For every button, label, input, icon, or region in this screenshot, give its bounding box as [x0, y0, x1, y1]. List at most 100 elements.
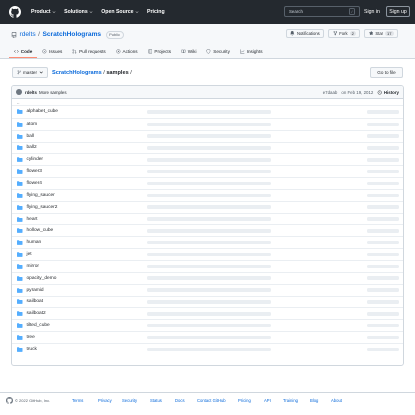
file-row[interactable]: jet [12, 248, 403, 260]
file-row[interactable]: flying_saucer [12, 188, 403, 201]
nav-pricing[interactable]: Pricing [147, 9, 165, 15]
commit-date-placeholder [367, 323, 399, 328]
fork-count: 2 [349, 31, 356, 36]
commit-message-link[interactable]: More samples [39, 90, 67, 95]
repo-tabs: Code Issues Pull requests Actions Projec… [9, 45, 268, 58]
file-row[interactable]: atom [12, 117, 403, 130]
tab-code[interactable]: Code [9, 45, 38, 58]
file-name-link[interactable]: pyramid [27, 288, 147, 293]
file-row[interactable]: mirror [12, 259, 403, 272]
footer-link[interactable]: Security [122, 398, 137, 403]
file-name-link[interactable]: atom [27, 122, 147, 127]
file-name-link[interactable]: heart [27, 217, 147, 222]
commit-author-link[interactable]: rdelts [25, 90, 37, 95]
search-input[interactable]: Search / [284, 6, 360, 17]
github-logo-icon[interactable] [9, 6, 21, 18]
file-row[interactable]: flower4 [12, 177, 403, 189]
commit-message-placeholder [146, 240, 271, 245]
file-name-link[interactable]: truck [27, 347, 147, 352]
tab-issues-label: Issues [49, 49, 63, 54]
tab-pull-requests-label: Pull requests [79, 49, 106, 54]
footer-link[interactable]: Contact GitHub [197, 398, 226, 403]
parent-directory-link[interactable]: .. [12, 99, 403, 106]
footer-link[interactable]: Terms [72, 398, 83, 403]
nav-product[interactable]: Product [31, 9, 56, 15]
breadcrumb-repo-link[interactable]: ScratchHolograms [52, 70, 102, 76]
avatar[interactable] [16, 89, 22, 95]
star-button[interactable]: Star 17 [364, 29, 398, 38]
file-name-link[interactable]: sailboat2 [27, 311, 147, 316]
file-row[interactable]: sailboat [12, 295, 403, 308]
history-link[interactable]: History [377, 90, 399, 95]
file-row[interactable]: tilted_cube [12, 319, 403, 331]
file-name-link[interactable]: flying_saucer [27, 193, 147, 198]
footer-link[interactable]: Pricing [238, 398, 251, 403]
file-name-link[interactable]: human [27, 240, 147, 245]
file-row[interactable]: tree [12, 331, 403, 343]
repo-name-link[interactable]: ScratchHolograms [42, 31, 101, 38]
file-name-link[interactable]: jet [27, 252, 147, 257]
file-name-link[interactable]: cylinder [27, 157, 147, 162]
fork-button[interactable]: Fork 2 [328, 29, 361, 38]
footer-link[interactable]: Privacy [98, 398, 112, 403]
file-name-link[interactable]: mirror [27, 264, 147, 269]
branch-icon [17, 70, 21, 75]
file-row[interactable]: flying_saucer2 [12, 200, 403, 213]
file-row[interactable]: truck [12, 342, 403, 355]
sign-up-button[interactable]: Sign up [386, 6, 410, 17]
commit-date-placeholder [367, 169, 399, 174]
go-to-file-button[interactable]: Go to file [370, 67, 403, 78]
folder-icon [17, 181, 23, 186]
branch-select-button[interactable]: master [12, 67, 48, 78]
file-name-link[interactable]: ball2 [27, 145, 147, 150]
file-name-link[interactable]: opacity_demo [27, 276, 147, 281]
file-row[interactable]: opacity_demo [12, 271, 403, 284]
file-name-link[interactable]: flower3 [27, 169, 147, 174]
commit-message-placeholder [146, 134, 271, 138]
tab-issues[interactable]: Issues [37, 45, 67, 58]
file-name-link[interactable]: flying_saucer2 [27, 205, 147, 210]
tab-actions[interactable]: Actions [111, 45, 143, 58]
file-name-link[interactable]: ball [27, 134, 147, 139]
nav-open-source[interactable]: Open Source [101, 9, 139, 15]
file-row[interactable]: sailboat2 [12, 307, 403, 319]
tab-wiki[interactable]: Wiki [176, 45, 201, 58]
file-row[interactable]: hollow_cube [12, 224, 403, 236]
folder-icon [17, 240, 23, 246]
footer-link[interactable]: Docs [175, 398, 185, 403]
file-row[interactable]: heart [12, 212, 403, 225]
tab-security[interactable]: Security [201, 45, 234, 58]
file-name-link[interactable]: flower4 [27, 181, 147, 186]
file-row[interactable]: alphabet_cube [12, 106, 403, 118]
repo-path-separator: / [38, 31, 40, 38]
file-row[interactable]: cylinder [12, 153, 403, 165]
tab-pull-requests[interactable]: Pull requests [67, 45, 110, 58]
footer-link[interactable]: About [331, 398, 342, 403]
commit-date-placeholder [367, 122, 399, 127]
footer-link[interactable]: Training [283, 398, 298, 403]
notifications-button[interactable]: Notifications [285, 29, 325, 38]
file-row[interactable]: human [12, 236, 403, 248]
github-logo-icon[interactable] [6, 397, 13, 404]
repo-owner-link[interactable]: rdelts [20, 31, 36, 38]
footer-link[interactable]: API [264, 398, 271, 403]
nav-solutions[interactable]: Solutions [64, 9, 93, 15]
sign-in-link[interactable]: Sign in [364, 6, 380, 17]
tab-projects[interactable]: Projects [143, 45, 176, 58]
file-row[interactable]: flower3 [12, 165, 403, 177]
file-row[interactable]: ball [12, 129, 403, 142]
chevron-down-icon [89, 11, 93, 14]
file-name-link[interactable]: alphabet_cube [27, 109, 147, 114]
file-name-link[interactable]: tree [27, 335, 147, 340]
footer-link[interactable]: Status [150, 398, 162, 403]
tab-insights[interactable]: Insights [235, 45, 268, 58]
file-row[interactable]: pyramid [12, 283, 403, 296]
commit-message-placeholder [146, 335, 271, 340]
file-name-link[interactable]: sailboat [27, 299, 147, 304]
commit-message-placeholder [146, 252, 271, 257]
file-name-link[interactable]: hollow_cube [27, 228, 147, 233]
footer-link[interactable]: Blog [310, 398, 318, 403]
file-name-link[interactable]: tilted_cube [27, 323, 147, 328]
file-row[interactable]: ball2 [12, 141, 403, 154]
commit-sha-link[interactable]: e7daab [323, 90, 338, 95]
